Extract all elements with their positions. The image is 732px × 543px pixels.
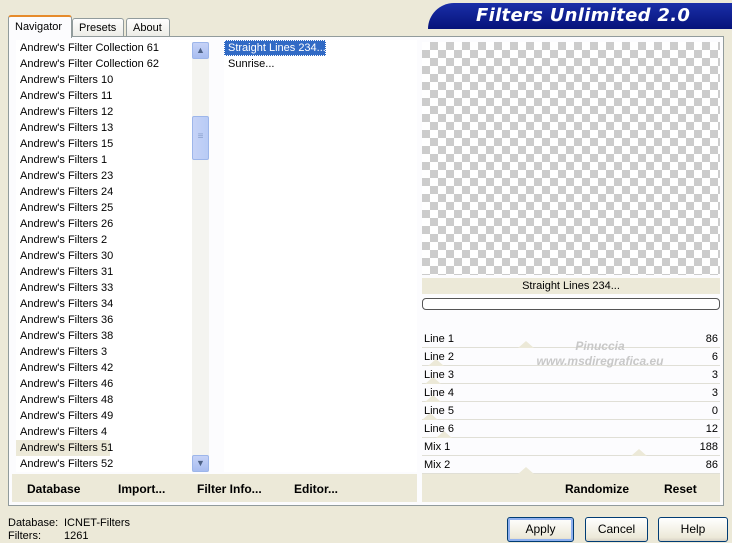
grip-icon: ≡	[197, 131, 204, 142]
tab-presets[interactable]: Presets	[72, 18, 124, 37]
import-button[interactable]: Import...	[118, 482, 165, 496]
slider-value: 0	[711, 405, 718, 417]
category-item[interactable]: Andrew's Filter Collection 62	[16, 56, 209, 72]
category-item[interactable]: Andrew's Filters 48	[16, 392, 209, 408]
category-item[interactable]: Andrew's Filter Collection 61	[16, 40, 209, 56]
slider-thumb[interactable]	[631, 449, 647, 456]
left-toolbar: Database Import... Filter Info... Editor…	[12, 474, 417, 502]
category-list[interactable]: Andrew's Filter Collection 61 Andrew's Fi…	[16, 40, 209, 472]
filters-label: Filters:	[8, 530, 41, 542]
filter-list[interactable]: Straight Lines 234... Sunrise...	[224, 40, 417, 472]
slider-label: Mix 1	[424, 441, 451, 453]
category-item[interactable]: Andrew's Filters 24	[16, 184, 209, 200]
slider-row[interactable]: Line 1 86	[422, 330, 720, 348]
slider-value: 12	[705, 423, 718, 435]
preview-filter-name: Straight Lines 234...	[422, 278, 720, 294]
database-value: ICNET-Filters	[64, 517, 130, 529]
slider-row[interactable]: Line 4 3	[422, 384, 720, 402]
slider-label: Line 5	[424, 405, 454, 417]
slider-value: 86	[705, 333, 718, 345]
slider-row[interactable]: Line 2 6	[422, 348, 720, 366]
category-item[interactable]: Andrew's Filters 46	[16, 376, 209, 392]
category-item[interactable]: Andrew's Filters 23	[16, 168, 209, 184]
apply-button[interactable]: Apply	[507, 517, 574, 542]
slider-value: 188	[699, 441, 718, 453]
category-item[interactable]: Andrew's Filters 52	[16, 456, 209, 472]
slider-value: 3	[711, 369, 718, 381]
slider-label: Mix 2	[424, 459, 451, 471]
category-item[interactable]: Andrew's Filters 49	[16, 408, 209, 424]
category-item[interactable]: Andrew's Filters 2	[16, 232, 209, 248]
slider-label: Line 3	[424, 369, 454, 381]
category-item[interactable]: Andrew's Filters 51	[16, 440, 113, 456]
category-item[interactable]: Andrew's Filters 4	[16, 424, 209, 440]
category-item[interactable]: Andrew's Filters 3	[16, 344, 209, 360]
help-button[interactable]: Help	[658, 517, 728, 542]
scroll-thumb[interactable]: ≡	[192, 116, 209, 160]
category-item[interactable]: Andrew's Filters 10	[16, 72, 209, 88]
progress-bar	[422, 298, 720, 310]
category-item[interactable]: Andrew's Filters 15	[16, 136, 209, 152]
slider-label: Line 6	[424, 423, 454, 435]
database-label: Database:	[8, 517, 59, 529]
category-item[interactable]: Andrew's Filters 25	[16, 200, 209, 216]
preview-image	[422, 42, 720, 275]
category-item[interactable]: Andrew's Filters 13	[16, 120, 209, 136]
tab-navigator[interactable]: Navigator	[8, 15, 72, 38]
slider-row[interactable]: Line 5 0	[422, 402, 720, 420]
category-item[interactable]: Andrew's Filters 1	[16, 152, 209, 168]
status-info: Database: ICNET-Filters Filters: 1261	[8, 517, 130, 543]
reset-button[interactable]: Reset	[664, 482, 697, 496]
category-item[interactable]: Andrew's Filters 33	[16, 280, 209, 296]
slider-value: 6	[711, 351, 718, 363]
filter-item[interactable]: Straight Lines 234...	[224, 40, 326, 56]
slider-value: 86	[705, 459, 718, 471]
slider-row[interactable]: Line 3 3	[422, 366, 720, 384]
slider-value: 3	[711, 387, 718, 399]
slider-thumb[interactable]	[518, 341, 534, 348]
slider-label: Line 2	[424, 351, 454, 363]
category-item[interactable]: Andrew's Filters 38	[16, 328, 209, 344]
slider-row[interactable]: Mix 1 188	[422, 438, 720, 456]
slider-row[interactable]: Mix 2 86	[422, 456, 720, 474]
category-scrollbar[interactable]: ▲ ≡ ▼	[192, 42, 209, 472]
category-item[interactable]: Andrew's Filters 12	[16, 104, 209, 120]
database-button[interactable]: Database	[27, 482, 80, 496]
chevron-up-icon[interactable]: ▲	[192, 42, 209, 59]
category-item[interactable]: Andrew's Filters 30	[16, 248, 209, 264]
randomize-button[interactable]: Randomize	[565, 482, 629, 496]
slider-thumb[interactable]	[518, 467, 534, 474]
cancel-button[interactable]: Cancel	[585, 517, 648, 542]
category-item[interactable]: Andrew's Filters 34	[16, 296, 209, 312]
slider-row[interactable]: Line 6 12	[422, 420, 720, 438]
filters-count: 1261	[64, 530, 89, 542]
category-item[interactable]: Andrew's Filters 31	[16, 264, 209, 280]
category-item[interactable]: Andrew's Filters 26	[16, 216, 209, 232]
app-title-banner: Filters Unlimited 2.0	[428, 3, 732, 29]
slider-panel: Line 1 86 Line 2 6 Line 3 3 Line 4 3 Line 5 0 Line…	[422, 330, 720, 474]
editor-button[interactable]: Editor...	[294, 482, 338, 496]
filter-info-button[interactable]: Filter Info...	[197, 482, 262, 496]
right-toolbar: Randomize Reset	[422, 474, 720, 502]
slider-label: Line 1	[424, 333, 454, 345]
slider-label: Line 4	[424, 387, 454, 399]
tab-about[interactable]: About	[126, 18, 170, 37]
app-title: Filters Unlimited 2.0	[476, 5, 691, 26]
category-item[interactable]: Andrew's Filters 42	[16, 360, 209, 376]
filter-item[interactable]: Sunrise...	[224, 56, 417, 72]
chevron-down-icon[interactable]: ▼	[192, 455, 209, 472]
category-item[interactable]: Andrew's Filters 36	[16, 312, 209, 328]
category-item[interactable]: Andrew's Filters 11	[16, 88, 209, 104]
